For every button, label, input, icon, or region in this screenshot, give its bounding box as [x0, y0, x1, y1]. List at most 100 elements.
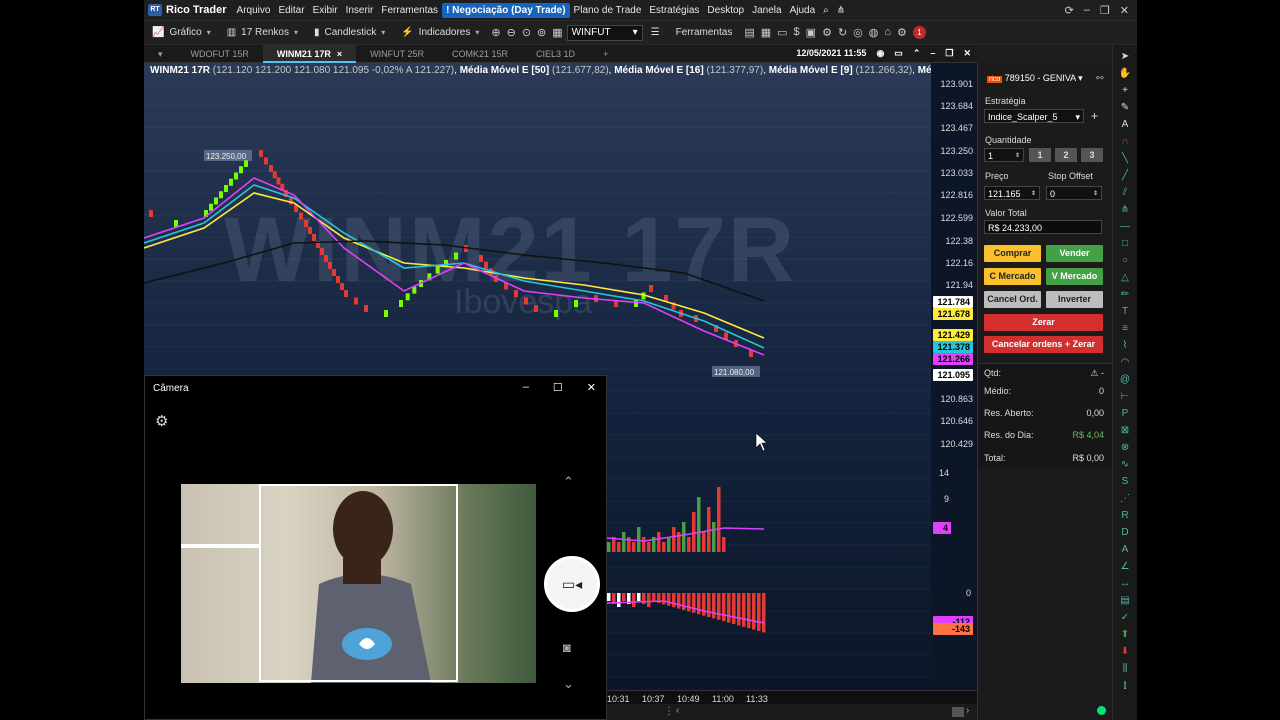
pencil-icon[interactable]: ✏: [1121, 289, 1129, 301]
pitchfork-icon[interactable]: ⋔: [1121, 204, 1129, 216]
gear-icon[interactable]: ⚙: [897, 26, 907, 39]
minimize-icon[interactable]: –: [930, 48, 935, 59]
maximize-icon[interactable]: ☐: [553, 381, 563, 394]
table-icon[interactable]: ▦: [761, 26, 771, 39]
close-icon[interactable]: ×: [337, 45, 342, 61]
cancelar-zerar-button[interactable]: Cancelar ordens + Zerar: [984, 336, 1103, 353]
hline-icon[interactable]: —: [1120, 221, 1130, 233]
restore-down-icon[interactable]: ⟳: [1065, 4, 1074, 17]
estrategia-select[interactable]: Indice_Scalper_5 ▾: [984, 109, 1084, 123]
ray-icon[interactable]: ╱: [1122, 170, 1128, 182]
trendline-icon[interactable]: ╲: [1122, 153, 1128, 165]
menu-editar[interactable]: Editar: [274, 5, 308, 16]
book-icon[interactable]: ▣: [806, 26, 816, 39]
scroll-thumb[interactable]: [952, 707, 964, 717]
tab-winfut[interactable]: WINFUT 25R: [356, 45, 438, 63]
indicadores-dropdown[interactable]: ⚡ Indicadores ▾: [393, 27, 487, 38]
stop-offset-input[interactable]: 0 ⇕: [1046, 186, 1102, 200]
triangle-icon[interactable]: △: [1121, 272, 1129, 284]
a-icon[interactable]: A: [1122, 544, 1129, 556]
hand-icon[interactable]: ✋: [1119, 68, 1131, 80]
close-icon[interactable]: ✕: [1120, 4, 1129, 17]
quantidade-input[interactable]: 1 ⇕: [984, 148, 1024, 162]
inverter-button[interactable]: Inverter: [1046, 291, 1103, 308]
arrow-down-icon[interactable]: ⬇: [1121, 646, 1129, 658]
maximize-icon[interactable]: ❐: [1100, 4, 1110, 17]
text-icon[interactable]: A: [1122, 119, 1129, 131]
fan-icon[interactable]: ⌇: [1123, 340, 1128, 352]
renkos-dropdown[interactable]: ▥ 17 Renkos ▾: [219, 27, 306, 38]
scroll-right-icon[interactable]: ›: [966, 705, 969, 716]
window-icon[interactable]: ▭: [894, 48, 903, 59]
crosshair-icon[interactable]: ⊚: [537, 26, 546, 39]
link-icon[interactable]: ⚯: [1096, 73, 1104, 84]
add-strategy-icon[interactable]: +: [1091, 109, 1098, 123]
fibonacci-icon[interactable]: ≡: [1122, 323, 1128, 335]
arc-icon[interactable]: ◠: [1121, 357, 1130, 369]
comprar-button[interactable]: Comprar: [984, 245, 1041, 262]
drag-handle-icon[interactable]: ⋮: [664, 706, 674, 717]
symbol-input[interactable]: WINFUT ▾: [566, 24, 643, 41]
bars2-icon[interactable]: ⫾: [1123, 680, 1126, 692]
menu-arquivo[interactable]: Arquivo: [233, 5, 275, 16]
candlestick-dropdown[interactable]: ▮ Candlestick ▾: [306, 27, 393, 38]
graduation-icon[interactable]: ⌂: [884, 26, 891, 39]
minimize-icon[interactable]: –: [523, 381, 529, 394]
monitor-icon[interactable]: ▭: [777, 26, 787, 39]
cursor-icon[interactable]: ➤: [1121, 51, 1129, 63]
preco-input[interactable]: 121.165 ⇕: [984, 186, 1040, 200]
stepper-icon[interactable]: ⇕: [1031, 189, 1036, 199]
globe-icon[interactable]: ◍: [869, 26, 879, 39]
close-icon[interactable]: ✕: [587, 381, 596, 394]
close-icon[interactable]: ✕: [963, 48, 971, 59]
chevron-down-icon[interactable]: ⌄: [563, 676, 574, 692]
chevron-up-icon[interactable]: ⌃: [563, 474, 574, 490]
menu-janela[interactable]: Janela: [748, 5, 785, 16]
camera-icon[interactable]: ◉: [876, 48, 884, 59]
refresh-icon[interactable]: ↻: [838, 26, 847, 39]
menu-exibir[interactable]: Exibir: [309, 5, 342, 16]
qty-3-button[interactable]: 3: [1081, 148, 1103, 162]
stepper-icon[interactable]: ⇕: [1015, 151, 1020, 161]
scroll-left-icon[interactable]: ‹: [676, 705, 679, 716]
account-selector[interactable]: rico 789150 - GENIVA ▾: [984, 71, 1092, 85]
spiral-icon[interactable]: @: [1120, 374, 1130, 386]
zoom-in-icon[interactable]: ⊕: [491, 26, 500, 39]
arrows-icon[interactable]: ↔: [1120, 578, 1130, 590]
restore-icon[interactable]: ❐: [945, 48, 953, 59]
ruler-icon[interactable]: ⊢: [1121, 391, 1130, 403]
v-mercado-button[interactable]: V Mercado: [1046, 268, 1103, 285]
list-icon[interactable]: ☰: [643, 27, 668, 38]
check-icon[interactable]: ✓: [1121, 612, 1129, 624]
grafico-button[interactable]: 📈 Gráfico ▾: [144, 27, 219, 38]
qty-1-button[interactable]: 1: [1029, 148, 1051, 162]
chevron-up-icon[interactable]: ⌃: [913, 48, 921, 59]
circle-icon[interactable]: ○: [1122, 255, 1128, 267]
channel-icon[interactable]: ⫽: [1123, 187, 1127, 199]
lines-icon[interactable]: ⋰: [1120, 493, 1130, 505]
angle-icon[interactable]: ∠: [1121, 561, 1130, 573]
tab-comk21[interactable]: COMK21 15R: [438, 45, 522, 63]
cross-tool-icon[interactable]: ⊗: [1121, 442, 1129, 454]
crosshair-icon[interactable]: +: [1122, 85, 1128, 97]
menu-inserir[interactable]: Inserir: [342, 5, 378, 16]
tab-menu[interactable]: ▾: [144, 45, 177, 63]
search-icon[interactable]: ⌕: [819, 5, 833, 16]
share-icon[interactable]: ⋔: [833, 5, 849, 16]
tab-ciel3[interactable]: CIEL3 1D: [522, 45, 589, 63]
grid-icon[interactable]: ▦: [552, 26, 562, 39]
menu-ajuda[interactable]: Ajuda: [786, 5, 820, 16]
menu-plano[interactable]: Plano de Trade: [570, 5, 646, 16]
stepper-icon[interactable]: ⇕: [1093, 189, 1098, 199]
bars-tool-icon[interactable]: ▤: [1120, 595, 1129, 607]
cancel-ord-button[interactable]: Cancel Ord.: [984, 291, 1041, 308]
settings-gear-icon[interactable]: ⚙: [155, 412, 168, 430]
dollar-icon[interactable]: $: [794, 26, 800, 39]
s-icon[interactable]: S: [1122, 476, 1129, 488]
qty-2-button[interactable]: 2: [1055, 148, 1077, 162]
notification-badge[interactable]: 1: [912, 26, 926, 39]
tab-winm21[interactable]: WINM21 17R ×: [262, 44, 357, 63]
settings-cog-icon[interactable]: ⚙: [822, 26, 832, 39]
magnet-icon[interactable]: ∩: [1121, 136, 1128, 148]
record-video-button[interactable]: ▭◂: [544, 556, 600, 612]
